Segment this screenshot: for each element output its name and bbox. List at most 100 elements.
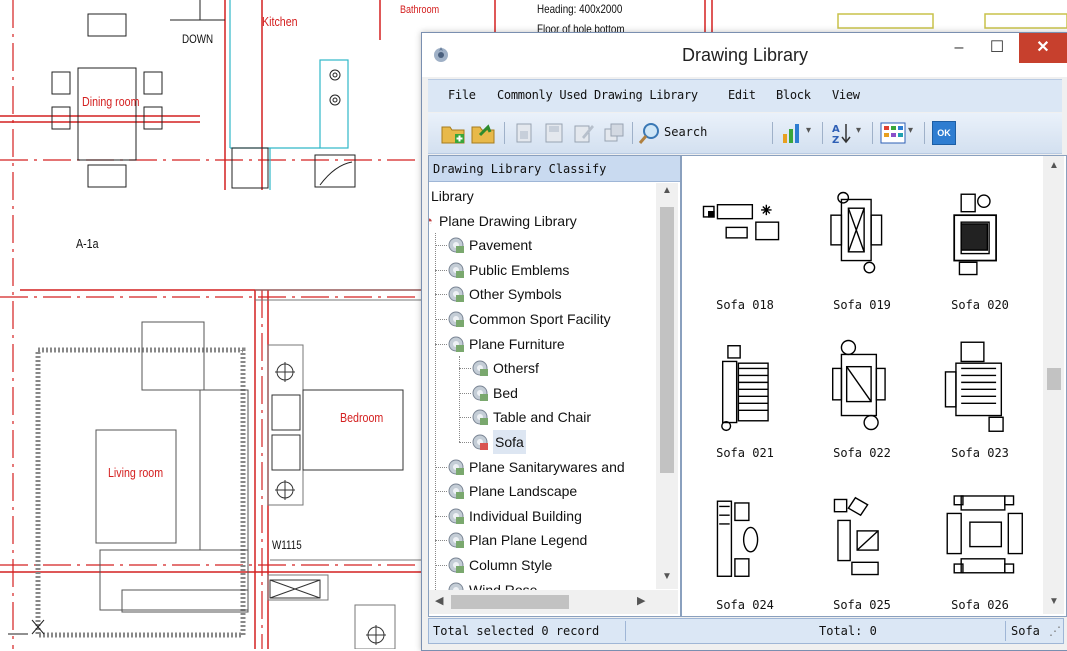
sofa-block-thumbnail[interactable]: Sofa 018 — [690, 174, 800, 314]
status-total: Total: 0 — [819, 624, 877, 638]
tree-item-label: Sofa — [493, 430, 526, 454]
scroll-left-icon[interactable]: ◀ — [435, 594, 443, 607]
tree-item[interactable]: Plane Furniture — [429, 332, 656, 356]
sofa-block-label: Sofa 026 — [951, 598, 1009, 612]
status-selected: Total selected 0 record — [433, 624, 600, 638]
sofa-block-label: Sofa 023 — [951, 446, 1009, 460]
tree-item-label: Library — [431, 188, 474, 204]
tree-item[interactable]: Column Style — [429, 553, 656, 577]
sofa-block-thumbnail[interactable]: Sofa 021 — [690, 322, 800, 462]
svg-text:Z: Z — [832, 135, 839, 145]
tree-item[interactable]: Common Sport Facility — [429, 307, 656, 331]
tree-horizontal-scrollbar[interactable]: ◀ ▶ — [429, 590, 678, 614]
cad-label-bedroom: Bedroom — [340, 410, 384, 425]
view-grid-icon[interactable] — [880, 121, 906, 145]
sofa-plan-icon — [721, 345, 769, 432]
scroll-down-icon[interactable]: ▼ — [662, 571, 672, 582]
tree-item[interactable]: Other Symbols — [429, 282, 656, 306]
copy-block-icon[interactable] — [602, 121, 626, 145]
resize-grip-icon[interactable]: ⋰ — [1049, 624, 1061, 638]
grid-scroll-thumb[interactable] — [1047, 368, 1061, 390]
ok-button[interactable]: OK — [932, 121, 956, 145]
scroll-up-icon[interactable]: ▲ — [662, 185, 672, 196]
tree-item[interactable]: Bed — [429, 381, 656, 405]
library-tree: Drawing Library Classify Library ◔ Plane D… — [428, 155, 681, 617]
tree-item[interactable]: Othersf — [429, 356, 656, 380]
scroll-up-icon[interactable]: ▲ — [1049, 160, 1059, 171]
sofa-block-thumbnail[interactable]: Sofa 026 — [925, 474, 1035, 614]
sofa-block-label: Sofa 021 — [716, 446, 774, 460]
tree-vertical-scrollbar[interactable]: ▲ ▼ — [656, 183, 678, 589]
tree-item-label: Othersf — [493, 360, 539, 377]
tree-item[interactable]: Plane Sanitarywares and — [429, 455, 656, 479]
scroll-down-icon[interactable]: ▼ — [1049, 596, 1059, 607]
sofa-plan-icon — [946, 495, 1023, 574]
block-category-icon — [448, 262, 464, 278]
cad-label-heading: Heading: 400x2000 — [537, 2, 623, 16]
sofa-block-thumbnail[interactable]: Sofa 023 — [925, 322, 1035, 462]
tree-scroll-thumb[interactable] — [660, 207, 674, 473]
menu-bar: File Commonly Used Drawing Library Edit … — [428, 79, 1062, 112]
tree-item-label: Plane Furniture — [469, 335, 565, 352]
sofa-block-thumbnail[interactable]: Sofa 024 — [690, 474, 800, 614]
toolbar-separator — [632, 122, 633, 144]
status-separator — [1005, 621, 1006, 641]
sofa-block-thumbnail[interactable]: Sofa 022 — [807, 322, 917, 462]
tree-item[interactable]: Table and Chair — [429, 405, 656, 429]
sofa-block-label: Sofa 018 — [716, 298, 774, 312]
tree-hscroll-thumb[interactable] — [451, 595, 569, 609]
search-button[interactable]: Search — [638, 121, 718, 145]
chevron-down-icon[interactable]: ▾ — [856, 125, 866, 149]
new-block-icon[interactable] — [512, 121, 536, 145]
tree-connector — [459, 417, 471, 419]
bar-chart-icon[interactable] — [780, 121, 804, 145]
search-label: Search — [664, 125, 708, 139]
tree-connector — [459, 368, 471, 370]
menu-block[interactable]: Block — [776, 88, 811, 102]
sort-az-icon[interactable]: A Z — [830, 121, 854, 145]
status-current-category: Sofa — [1011, 624, 1040, 638]
library-root-icon: ◔ — [429, 209, 433, 233]
tree-item[interactable]: Sofa — [429, 430, 656, 454]
sofa-plan-icon — [833, 496, 879, 576]
tree-item[interactable]: Plan Plane Legend — [429, 528, 656, 552]
tree-connector — [435, 565, 447, 566]
status-bar: Total selected 0 record Total: 0 Sofa ⋰ — [428, 618, 1064, 644]
block-category-icon — [448, 508, 464, 524]
sofa-block-thumbnail[interactable]: Sofa 020 — [925, 174, 1035, 314]
chevron-down-icon[interactable]: ▾ — [908, 125, 918, 149]
block-category-icon — [448, 557, 464, 573]
open-folder-icon[interactable] — [470, 121, 498, 145]
chevron-down-icon[interactable]: ▾ — [806, 125, 816, 149]
tree-item[interactable]: Public Emblems — [429, 258, 656, 282]
close-button[interactable]: ✕ — [1019, 33, 1067, 63]
block-category-icon — [448, 311, 464, 327]
grid-vertical-scrollbar[interactable]: ▲ ▼ — [1043, 156, 1064, 614]
menu-view[interactable]: View — [832, 88, 860, 102]
tree-item-label: Column Style — [469, 557, 553, 573]
toolbar-separator — [822, 122, 823, 144]
sofa-block-thumbnail[interactable]: Sofa 019 — [807, 174, 917, 314]
edit-block-icon[interactable] — [572, 121, 596, 145]
tree-item[interactable]: Individual Building — [429, 504, 656, 528]
menu-file[interactable]: File — [448, 88, 476, 102]
tree-connector — [435, 466, 447, 468]
tree-item-label: Pavement — [469, 237, 533, 254]
tree-item[interactable]: Plane Landscape — [429, 479, 656, 503]
minimize-button[interactable]: – — [942, 33, 976, 63]
sofa-block-label: Sofa 025 — [833, 598, 891, 612]
tree-connector — [435, 343, 447, 345]
scroll-right-icon[interactable]: ▶ — [637, 594, 645, 607]
tree-item[interactable]: Library — [429, 184, 656, 208]
title-bar[interactable]: Drawing Library – ☐ ✕ — [422, 33, 1067, 77]
menu-edit[interactable]: Edit — [728, 88, 756, 102]
save-block-icon[interactable] — [542, 121, 566, 145]
menu-commonly-used[interactable]: Commonly Used Drawing Library — [497, 88, 698, 102]
tree-item[interactable]: Pavement — [429, 233, 656, 257]
tree-item[interactable]: ◔ Plane Drawing Library — [429, 209, 656, 233]
sofa-block-thumbnail[interactable]: Sofa 025 — [807, 474, 917, 614]
tree-connector — [459, 442, 471, 443]
new-folder-icon[interactable] — [440, 121, 468, 145]
cad-label-down: DOWN — [182, 32, 214, 46]
maximize-button[interactable]: ☐ — [980, 33, 1014, 63]
